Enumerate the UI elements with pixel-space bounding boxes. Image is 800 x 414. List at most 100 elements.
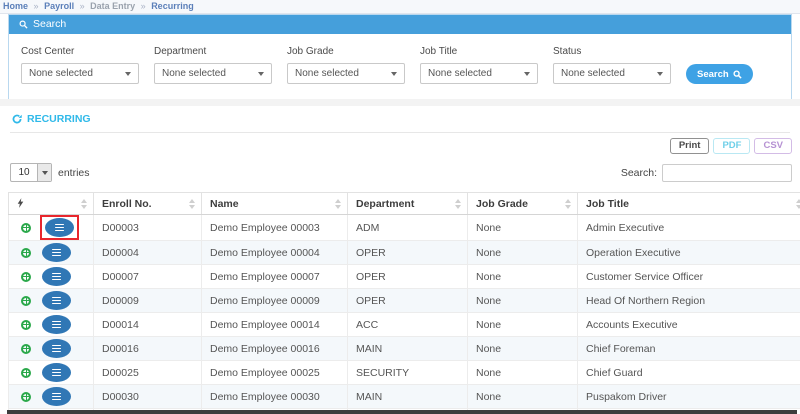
row-menu-button[interactable] [42, 267, 71, 286]
cell-enroll-no: D00016 [94, 337, 202, 361]
cell-job-grade: None [468, 289, 578, 313]
cell-department: MAIN [348, 337, 468, 361]
print-button[interactable]: Print [670, 138, 710, 154]
cell-department: SECURITY [348, 361, 468, 385]
filter-select-job-title[interactable]: None selected [420, 63, 538, 84]
expand-plus-icon[interactable] [21, 248, 31, 258]
column-header-job-grade[interactable]: Job Grade [468, 193, 578, 215]
expand-plus-icon[interactable] [21, 320, 31, 330]
filter-select-cost-center[interactable]: None selected [21, 63, 139, 84]
table-search-input[interactable] [662, 164, 792, 182]
search-button-label: Search [697, 69, 729, 80]
search-icon [733, 70, 742, 79]
cell-enroll-no: D00030 [94, 385, 202, 409]
sort-icon [455, 199, 462, 209]
hamburger-icon [52, 369, 61, 376]
cell-name: Demo Employee 00014 [202, 313, 348, 337]
filter-select-value: None selected [561, 68, 625, 79]
column-header-department[interactable]: Department [348, 193, 468, 215]
column-header-label: Name [210, 198, 239, 210]
filter-label: Department [154, 46, 272, 57]
cell-job-title: Admin Executive [578, 215, 800, 241]
cell-name: Demo Employee 00030 [202, 385, 348, 409]
search-icon [19, 20, 28, 29]
expand-plus-icon[interactable] [21, 223, 31, 233]
cell-department: OPER [348, 289, 468, 313]
cell-enroll-no: D00003 [94, 215, 202, 241]
breadcrumb-data-entry: Data Entry [90, 1, 135, 11]
expand-plus-icon[interactable] [21, 344, 31, 354]
expand-plus-icon[interactable] [21, 296, 31, 306]
search-button[interactable]: Search [686, 64, 753, 84]
filter-select-department[interactable]: None selected [154, 63, 272, 84]
cell-name: Demo Employee 00025 [202, 361, 348, 385]
entries-select[interactable]: 10 [10, 163, 52, 182]
row-actions-cell [9, 385, 94, 409]
breadcrumb-separator: » [34, 1, 39, 11]
row-menu-button[interactable] [42, 243, 71, 262]
search-panel-body: Cost Center None selected Department Non… [9, 34, 791, 100]
column-header-job-title[interactable]: Job Title [578, 193, 800, 215]
cell-job-grade: None [468, 265, 578, 289]
chevron-down-icon [657, 72, 663, 76]
pdf-button[interactable]: PDF [713, 138, 750, 154]
window-bottom-edge [7, 410, 797, 414]
cell-job-grade: None [468, 385, 578, 409]
cell-job-grade: None [468, 361, 578, 385]
filter-select-status[interactable]: None selected [553, 63, 671, 84]
breadcrumb-recurring[interactable]: Recurring [151, 1, 194, 11]
cell-enroll-no: D00004 [94, 241, 202, 265]
table-row: D00004 Demo Employee 00004 OPER None Ope… [9, 241, 800, 265]
csv-button[interactable]: CSV [754, 138, 792, 154]
hamburger-icon [52, 345, 61, 352]
filters-row: Cost Center None selected Department Non… [21, 46, 671, 84]
breadcrumb-separator: » [80, 1, 85, 11]
hamburger-icon [52, 273, 61, 280]
row-actions-cell [9, 289, 94, 313]
cell-name: Demo Employee 00004 [202, 241, 348, 265]
chevron-down-icon [37, 164, 51, 181]
menu-button-highlight [40, 337, 73, 360]
row-menu-button[interactable] [45, 218, 74, 237]
menu-button-highlight [40, 241, 73, 264]
cell-job-title: Customer Service Officer [578, 265, 800, 289]
table-row: D00030 Demo Employee 00030 MAIN None Pus… [9, 385, 800, 409]
table-header: Enroll No. Name Department Job Grade Job… [9, 193, 800, 215]
cell-job-title: Accounts Executive [578, 313, 800, 337]
column-header-label: Job Title [586, 198, 629, 210]
row-menu-button[interactable] [42, 339, 71, 358]
breadcrumb-home[interactable]: Home [3, 1, 28, 11]
column-header-label [17, 198, 24, 210]
row-actions-cell [9, 337, 94, 361]
expand-plus-icon[interactable] [21, 368, 31, 378]
sort-icon [565, 199, 572, 209]
cell-job-grade: None [468, 241, 578, 265]
row-menu-button[interactable] [42, 291, 71, 310]
row-menu-button[interactable] [42, 315, 71, 334]
cell-job-title: Head Of Northern Region [578, 289, 800, 313]
hamburger-icon [52, 393, 61, 400]
row-menu-button[interactable] [42, 363, 71, 382]
cell-job-grade: None [468, 215, 578, 241]
entries-label: entries [58, 167, 90, 179]
row-menu-button[interactable] [42, 387, 71, 406]
row-actions-cell [9, 241, 94, 265]
divider [10, 132, 790, 133]
filter-select-job-grade[interactable]: None selected [287, 63, 405, 84]
filter-group: Cost Center None selected [21, 46, 139, 84]
payroll-recurring-page: Home » Payroll » Data Entry » Recurring … [0, 0, 800, 414]
column-header-name[interactable]: Name [202, 193, 348, 215]
column-header-actions[interactable] [9, 193, 94, 215]
recurring-panel: RECURRING Print PDF CSV 10 entries Searc… [0, 106, 800, 410]
expand-plus-icon[interactable] [21, 272, 31, 282]
entries-control: 10 entries [10, 163, 90, 182]
sort-icon [189, 199, 196, 209]
menu-button-highlight [40, 313, 73, 336]
chevron-down-icon [391, 72, 397, 76]
cell-name: Demo Employee 00016 [202, 337, 348, 361]
filter-label: Status [553, 46, 671, 57]
expand-plus-icon[interactable] [21, 392, 31, 402]
column-header-enroll-no[interactable]: Enroll No. [94, 193, 202, 215]
breadcrumb-payroll[interactable]: Payroll [44, 1, 74, 11]
breadcrumb: Home » Payroll » Data Entry » Recurring [0, 0, 800, 14]
